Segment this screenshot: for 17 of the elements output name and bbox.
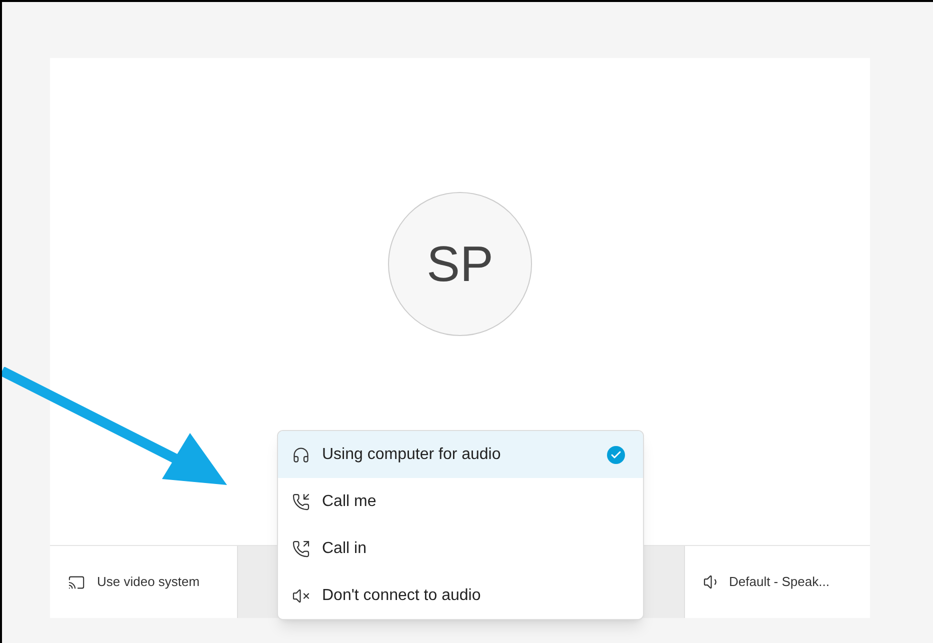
menu-item[interactable]: Call in	[278, 525, 643, 572]
menu-item[interactable]: Don't connect to audio	[278, 572, 643, 619]
menu-item-label: Using computer for audio	[322, 444, 502, 464]
phone-outgoing-icon	[292, 540, 310, 558]
menu-item-label: Don't connect to audio	[322, 586, 482, 606]
menu-item-label: Call me	[322, 492, 378, 512]
avatar: SP	[388, 192, 532, 336]
mute-icon	[292, 586, 310, 604]
menu-item[interactable]: Using computer for audio	[278, 431, 643, 478]
headset-icon	[292, 446, 310, 464]
menu-item-label: Call in	[322, 538, 368, 558]
video-system-button[interactable]: Use video system	[50, 546, 237, 618]
menu-item[interactable]: Call me	[278, 478, 643, 525]
phone-incoming-icon	[292, 492, 310, 510]
cast-icon	[68, 574, 85, 590]
check-icon	[607, 446, 625, 464]
speaker-button[interactable]: Default - Speak...	[685, 546, 870, 618]
